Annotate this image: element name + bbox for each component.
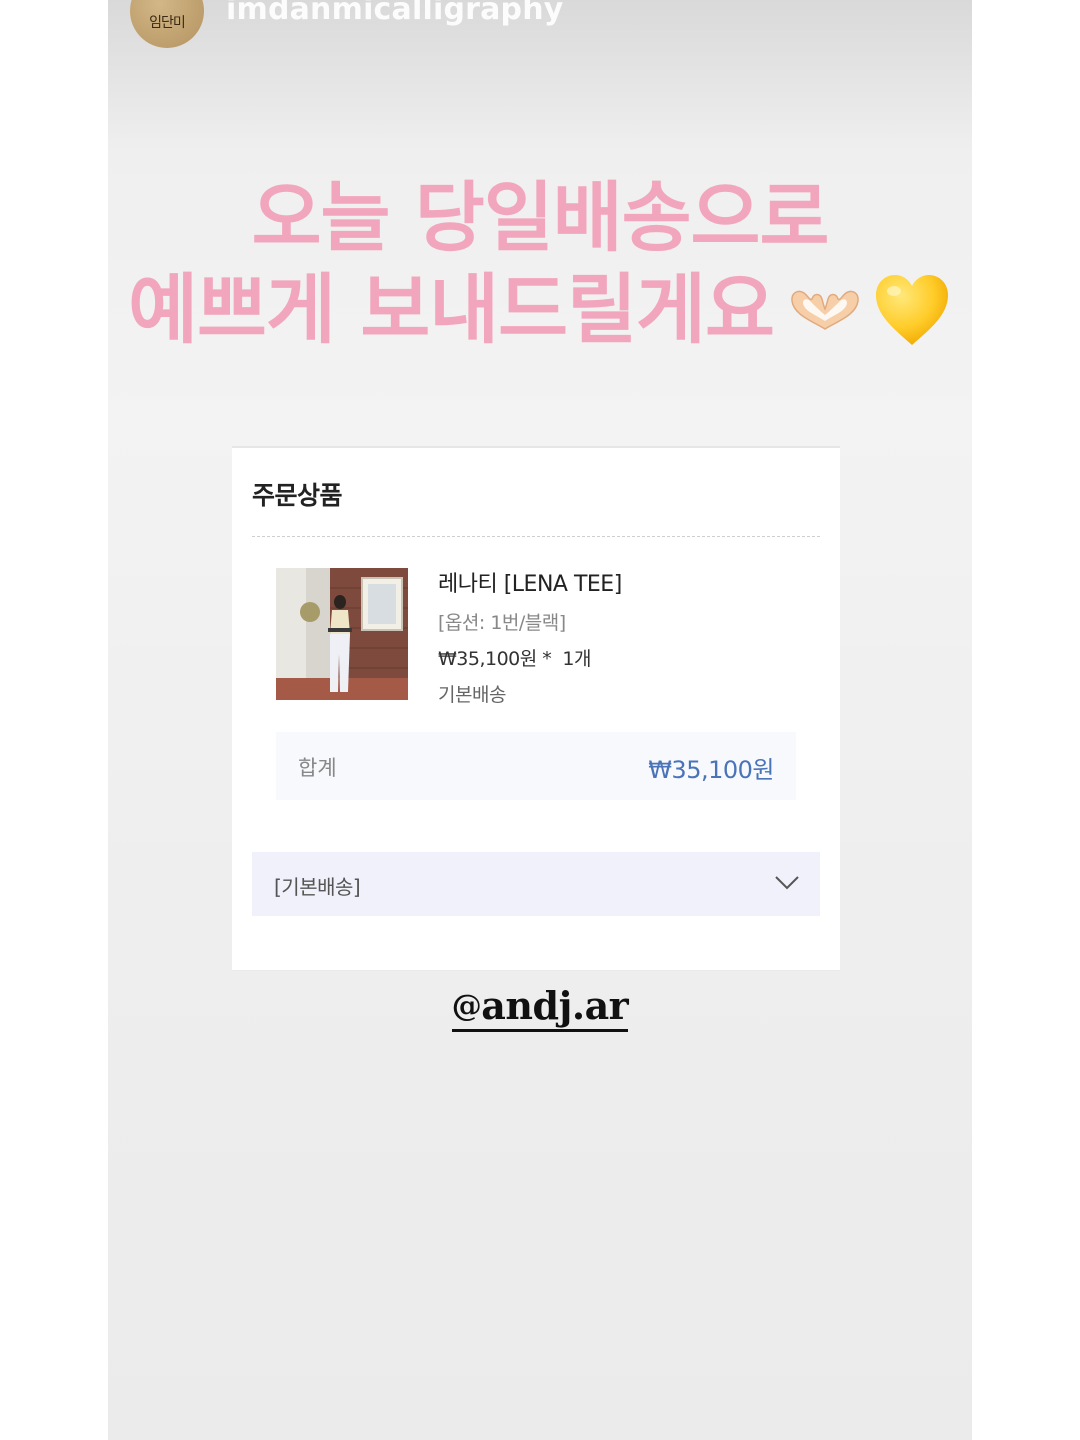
shipping-method-selected: [기본배송] [274, 875, 361, 899]
heart-hands-icon [786, 285, 864, 335]
total-value: ₩35,100원 [648, 756, 774, 784]
mention-at-sign: @ [451, 989, 482, 1024]
mention-handle: andj.ar [481, 983, 629, 1028]
story-headline: 오늘 당일배송으로 예쁘게 보내드릴게요 [108, 172, 972, 356]
section-divider [252, 536, 820, 537]
profile-username[interactable]: imdanmicalligraphy [226, 0, 564, 27]
headline-line-2: 예쁘게 보내드릴게요 [128, 265, 775, 354]
product-shipping-type: 기본배송 [438, 684, 506, 706]
headline-line-2-wrap: 예쁘게 보내드릴게요 [128, 264, 952, 356]
story-frame: 임단미 imdanmicalligraphy 오늘 당일배송으로 예쁘게 보내드… [108, 0, 972, 1440]
mention-text[interactable]: @andj.ar [451, 983, 629, 1032]
product-price-quantity: ₩35,100원 * 1개 [438, 648, 591, 670]
profile-avatar[interactable]: 임단미 [130, 0, 204, 48]
shipping-method-select[interactable]: [기본배송] [252, 852, 820, 916]
product-name[interactable]: 레나티 [LENA TEE] [438, 566, 622, 598]
product-thumbnail[interactable] [276, 568, 408, 700]
avatar-logo-text: 임단미 [149, 15, 186, 31]
mention-sticker[interactable]: @andj.ar [108, 984, 972, 1032]
product-option: [옵션: 1번/블랙] [438, 612, 566, 634]
order-total-box: 합계 ₩35,100원 [276, 732, 796, 800]
order-section-title: 주문상품 [252, 481, 343, 510]
headline-line-1: 오늘 당일배송으로 [251, 173, 830, 262]
total-label: 합계 [298, 756, 337, 780]
chevron-down-icon[interactable] [774, 874, 800, 892]
yellow-heart-icon [872, 271, 952, 349]
order-card: 주문상품 레나티 [LENA TEE] [옵션: 1번/블랙] ₩35,100원… [232, 446, 840, 970]
